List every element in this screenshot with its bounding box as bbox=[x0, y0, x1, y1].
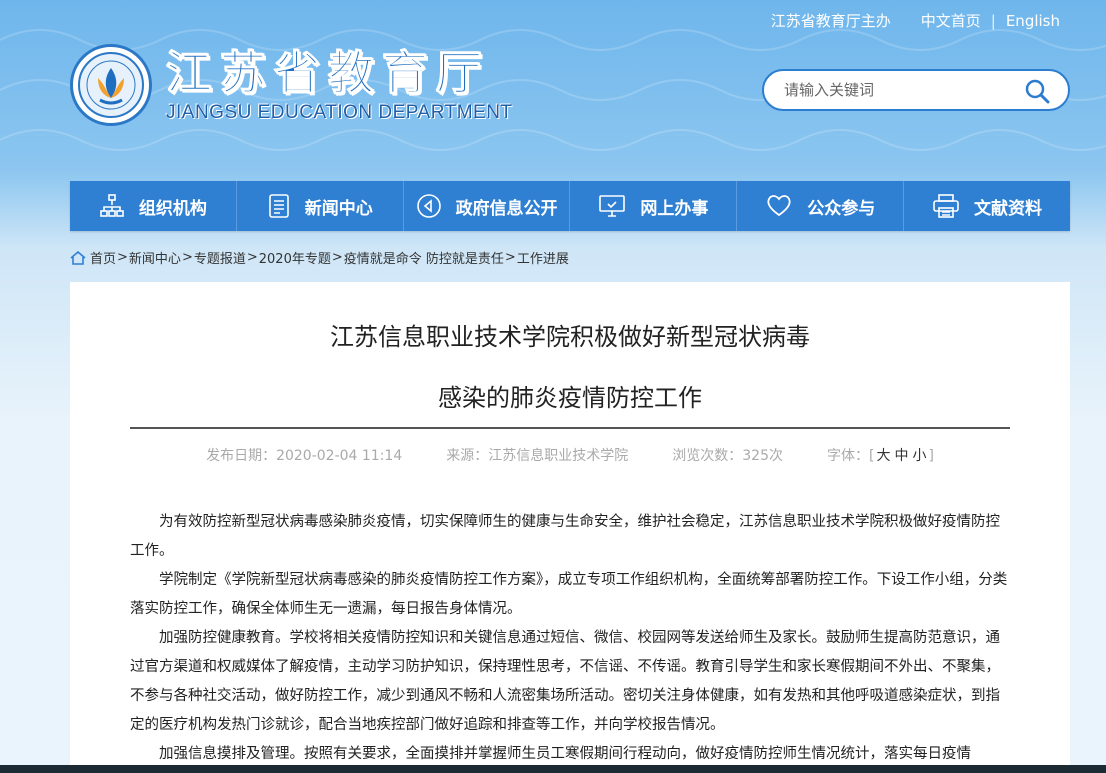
nav-item-online-service[interactable]: 网上办事 bbox=[570, 181, 738, 231]
breadcrumb-home[interactable]: 首页 bbox=[90, 248, 116, 267]
top-links: 江苏省教育厅主办 中文首页 | English bbox=[771, 10, 1060, 31]
printer-icon bbox=[933, 194, 959, 218]
search-icon[interactable] bbox=[1024, 78, 1050, 108]
view-count: 325次 bbox=[742, 448, 783, 464]
site-name-cn: 江苏省教育厅 bbox=[166, 46, 490, 101]
document-icon bbox=[268, 194, 289, 218]
chinese-home-link[interactable]: 中文首页 bbox=[921, 10, 981, 31]
heart-icon bbox=[767, 195, 791, 217]
main-nav: 组织机构 新闻中心 政府信息公开 网上办事 公众参与 文献资料 bbox=[70, 181, 1070, 231]
breadcrumb-news-center[interactable]: 新闻中心 bbox=[129, 248, 181, 267]
paragraph: 加强防控健康教育。学校将相关疫情防控知识和关键信息通过短信、微信、校园网等发送给… bbox=[130, 630, 1000, 733]
nav-label: 政府信息公开 bbox=[455, 198, 558, 219]
breadcrumb-epidemic-topic[interactable]: 疫情就是命令 防控就是责任 bbox=[344, 248, 504, 267]
link-separator: | bbox=[990, 11, 996, 30]
org-chart-icon bbox=[100, 194, 124, 217]
nav-label: 文献资料 bbox=[974, 198, 1043, 219]
bottom-bar bbox=[0, 765, 1106, 773]
breadcrumb-work-progress[interactable]: 工作进展 bbox=[517, 248, 569, 267]
nav-label: 网上办事 bbox=[640, 198, 709, 219]
nav-item-org[interactable]: 组织机构 bbox=[70, 181, 237, 231]
emblem-icon bbox=[70, 44, 152, 126]
monitor-icon bbox=[599, 195, 626, 217]
search-box bbox=[762, 69, 1070, 111]
article-title-line1: 江苏信息职业技术学院积极做好新型冠状病毒 bbox=[330, 323, 810, 351]
breadcrumb-2020-topic[interactable]: 2020年专题 bbox=[259, 248, 331, 267]
nav-item-news[interactable]: 新闻中心 bbox=[237, 181, 404, 231]
breadcrumb: 首页 > 新闻中心 > 专题报道 > 2020年专题 > 疫情就是命令 防控就是责任 > … bbox=[70, 248, 569, 267]
font-size-switcher: 字体：[大中小] bbox=[826, 448, 934, 464]
article-body: 为有效防控新型冠状病毒感染肺炎疫情，切实保障师生的健康与生命安全，维护社会稳定，… bbox=[130, 508, 1010, 769]
sound-icon bbox=[416, 194, 441, 218]
paragraph: 学院制定《学院新型冠状病毒感染的肺炎疫情防控工作方案》，成立专项工作组织机构，全… bbox=[130, 572, 1008, 617]
article-source: 江苏信息职业技术学院 bbox=[488, 448, 629, 464]
breadcrumb-special-reports[interactable]: 专题报道 bbox=[194, 248, 246, 267]
nav-label: 公众参与 bbox=[807, 198, 876, 219]
title-divider bbox=[130, 427, 1010, 429]
site-logo[interactable]: 江苏省教育厅 JIANGSU EDUCATION DEPARTMENT bbox=[70, 44, 513, 126]
site-name-en: JIANGSU EDUCATION DEPARTMENT bbox=[166, 102, 513, 123]
publish-date: 2020-02-04 11:14 bbox=[276, 448, 403, 464]
home-icon bbox=[70, 250, 86, 265]
nav-item-documents[interactable]: 文献资料 bbox=[904, 181, 1070, 231]
paragraph: 为有效防控新型冠状病毒感染肺炎疫情，切实保障师生的健康与生命安全，维护社会稳定，… bbox=[130, 514, 1000, 559]
host-label[interactable]: 江苏省教育厅主办 bbox=[771, 10, 891, 31]
article-meta: 发布日期：2020-02-04 11:14 来源：江苏信息职业技术学院 浏览次数… bbox=[70, 445, 1070, 465]
nav-item-public-participation[interactable]: 公众参与 bbox=[737, 181, 905, 231]
nav-label: 新闻中心 bbox=[304, 198, 373, 219]
nav-label: 组织机构 bbox=[138, 198, 207, 219]
english-link[interactable]: English bbox=[1006, 12, 1060, 30]
nav-item-info-disclosure[interactable]: 政府信息公开 bbox=[404, 181, 571, 231]
search-input[interactable] bbox=[784, 81, 1014, 99]
font-medium-button[interactable]: 中 bbox=[894, 448, 908, 464]
font-small-button[interactable]: 小 bbox=[912, 448, 926, 464]
article-title-line2: 感染的肺炎疫情防控工作 bbox=[438, 384, 702, 412]
font-large-button[interactable]: 大 bbox=[876, 448, 890, 464]
article-panel: 江苏信息职业技术学院积极做好新型冠状病毒 感染的肺炎疫情防控工作 发布日期：20… bbox=[70, 282, 1070, 773]
